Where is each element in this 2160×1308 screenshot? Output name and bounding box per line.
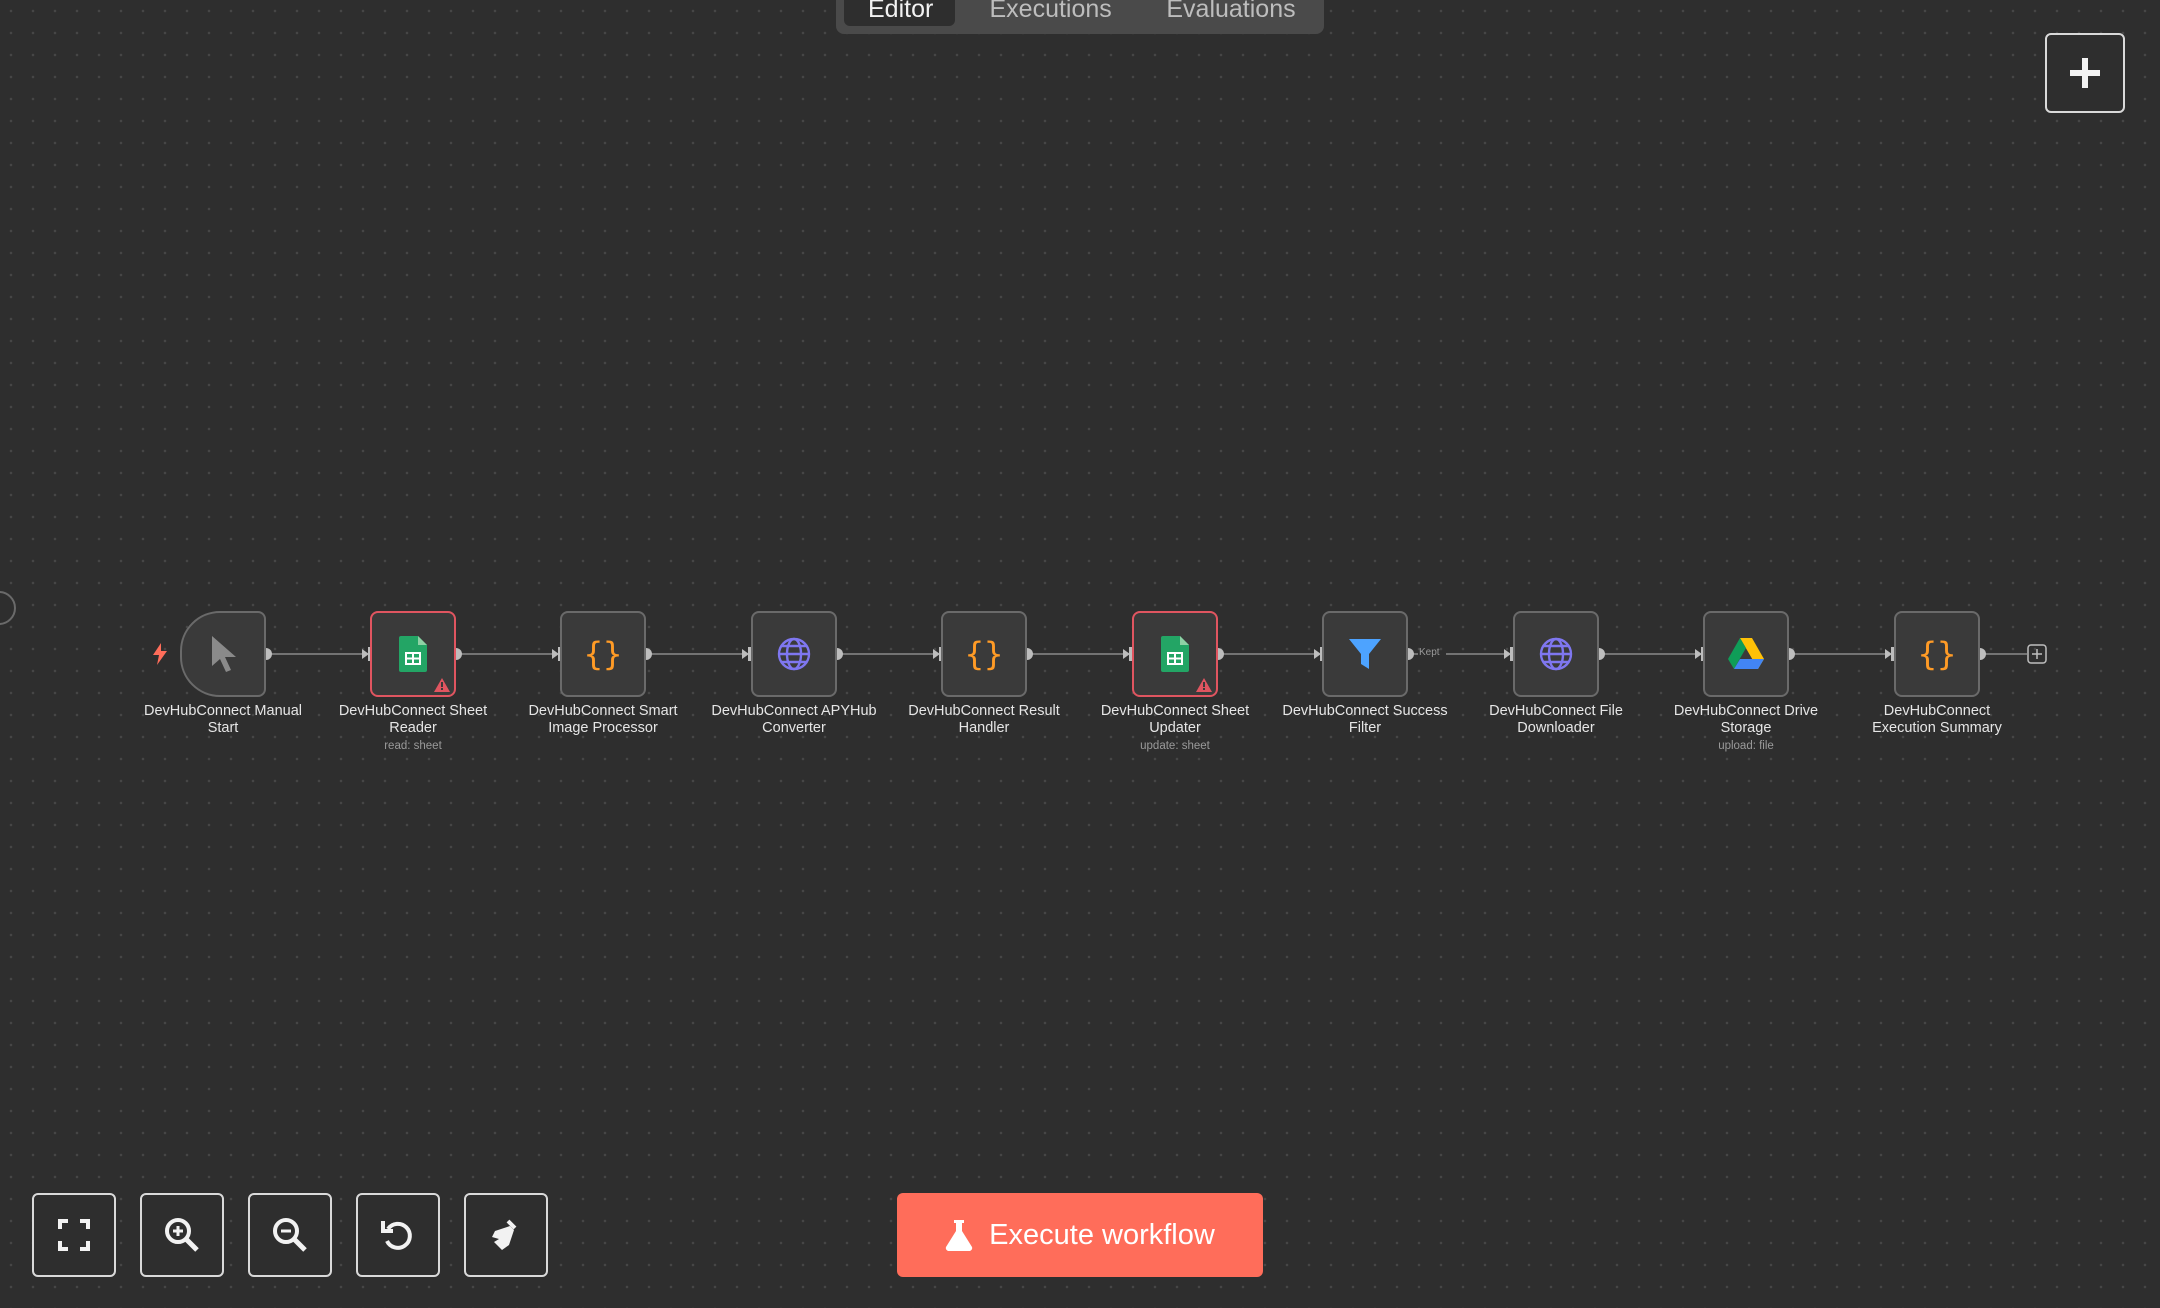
- node-label: DevHubConnect Sheet Reader: [338, 703, 488, 736]
- globe-icon: [1539, 637, 1573, 671]
- node-drive-storage[interactable]: [1703, 611, 1789, 697]
- node-file-downloader[interactable]: [1513, 611, 1599, 697]
- zoom-in-icon: [165, 1218, 199, 1252]
- node-smart-image-processor[interactable]: {}: [560, 611, 646, 697]
- broom-icon: [492, 1219, 517, 1250]
- arrow-head: [1695, 649, 1702, 659]
- node-subtitle: upload: file: [1718, 740, 1774, 752]
- arrow-head: [933, 649, 940, 659]
- arrow-head: [1504, 649, 1511, 659]
- google-sheets-icon: [399, 636, 427, 672]
- execute-workflow-label: Execute workflow: [989, 1218, 1215, 1251]
- flask-icon: [946, 1220, 973, 1251]
- warning-icon: [1196, 678, 1212, 692]
- edge-label-kept: Kept: [1419, 647, 1440, 658]
- tidy-up-button[interactable]: [464, 1193, 548, 1277]
- node-sheet-updater[interactable]: [1132, 611, 1218, 697]
- node-apyhub-converter[interactable]: [751, 611, 837, 697]
- arrow-head: [552, 649, 559, 659]
- node-label: DevHubConnect Execution Summary: [1872, 703, 2002, 736]
- arrow-head: [742, 649, 749, 659]
- node-label: DevHubConnect Smart Image Processor: [528, 703, 678, 736]
- warning-icon: [434, 678, 450, 692]
- arrow-head: [362, 649, 369, 659]
- node-subtitle: read: sheet: [384, 740, 442, 752]
- globe-icon: [777, 637, 811, 671]
- svg-text:{}: {}: [965, 637, 1003, 671]
- svg-text:{}: {}: [584, 637, 622, 671]
- node-label: DevHubConnect Result Handler: [908, 703, 1060, 736]
- arrow-head: [1885, 649, 1892, 659]
- execute-workflow-button[interactable]: Execute workflow: [897, 1193, 1263, 1277]
- workflow-connections: [260, 644, 2047, 664]
- node-label: DevHubConnect File Downloader: [1489, 703, 1623, 736]
- filter-icon: [1349, 639, 1381, 669]
- arrow-head: [1314, 649, 1321, 659]
- node-manual-start[interactable]: [180, 611, 266, 697]
- zoom-in-button[interactable]: [140, 1193, 224, 1277]
- zoom-to-fit-button[interactable]: [32, 1193, 116, 1277]
- zoom-out-icon: [273, 1218, 307, 1252]
- node-sheet-reader[interactable]: [370, 611, 456, 697]
- code-braces-icon: {}: [1918, 637, 1956, 671]
- fullscreen-icon: [58, 1219, 90, 1251]
- google-drive-icon: [1728, 638, 1764, 669]
- node-label: DevHubConnect Manual Start: [144, 703, 302, 736]
- node-subtitle: update: sheet: [1140, 740, 1210, 752]
- zoom-out-button[interactable]: [248, 1193, 332, 1277]
- google-sheets-icon: [1161, 636, 1189, 672]
- svg-text:{}: {}: [1918, 637, 1956, 671]
- node-label: DevHubConnect Success Filter: [1282, 703, 1448, 736]
- add-next-node-plus: [2032, 649, 2042, 659]
- node-label: DevHubConnect Drive Storage: [1673, 703, 1819, 736]
- node-result-handler[interactable]: {}: [941, 611, 1027, 697]
- reset-icon: [381, 1221, 412, 1250]
- reset-zoom-button[interactable]: [356, 1193, 440, 1277]
- node-label: DevHubConnect APYHub Converter: [711, 703, 877, 736]
- code-braces-icon: {}: [584, 637, 622, 671]
- code-braces-icon: {}: [965, 637, 1003, 671]
- node-execution-summary[interactable]: {}: [1894, 611, 1980, 697]
- node-label: DevHubConnect Sheet Updater: [1100, 703, 1250, 736]
- arrow-head: [1123, 649, 1130, 659]
- lightning-icon: [153, 643, 167, 665]
- node-success-filter[interactable]: [1322, 611, 1408, 697]
- cursor-icon: [212, 636, 236, 672]
